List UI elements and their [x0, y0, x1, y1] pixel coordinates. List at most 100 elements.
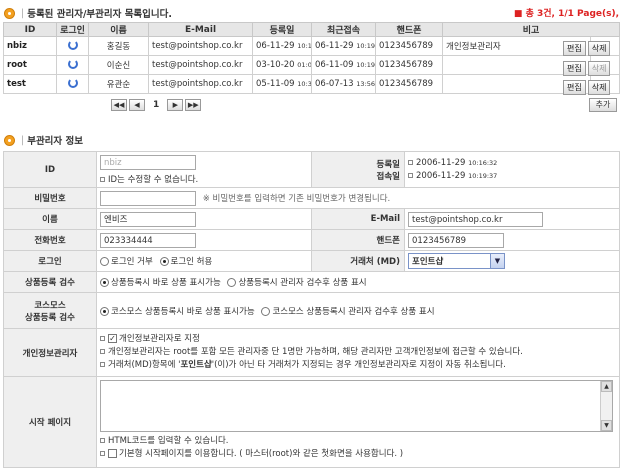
row-reg-date: 06-11-29 10:16 [252, 36, 312, 56]
refresh-icon [67, 58, 78, 69]
row-name: 홍길동 [88, 36, 149, 56]
refresh-icon [67, 39, 78, 50]
name-label: 이름 [3, 208, 97, 230]
list-section-title: | 등록된 관리자/부관리자 목록입니다. [4, 6, 172, 20]
login-status-icon [56, 55, 89, 75]
table-row: nbiz 홍길동 test@pointshop.co.kr 06-11-29 1… [3, 36, 620, 56]
login-options: 로그인 거부 로그인 허용 [96, 250, 312, 272]
note-marker-icon [100, 362, 105, 367]
delete-button[interactable]: 삭제 [587, 80, 611, 95]
phone-field[interactable]: 023334444 [100, 232, 196, 248]
edit-button[interactable]: 편집 [563, 41, 586, 56]
privacy-label: 개인정보관리자 [3, 328, 97, 377]
next-page-button[interactable]: ▶ [167, 99, 184, 111]
form-row-privacy: 개인정보관리자 ✓ 개인정보관리자로 지정 개인정보관리자는 root를 포함 모… [3, 328, 620, 377]
form-row-id: ID nbiz ID는 수정할 수 없습니다. 등록일 접속일 2006-11-… [3, 151, 620, 188]
login-row-label: 로그인 [3, 250, 97, 272]
col-header-name: 이름 [88, 22, 149, 37]
row-id[interactable]: test [3, 74, 57, 94]
phone-label: 전화번호 [3, 229, 97, 251]
add-button[interactable]: 추가 [589, 98, 617, 112]
admin-table: ID 로그인 이름 E-Mail 등록일 최근접속 핸드폰 비고 nbiz 홍길… [3, 22, 620, 94]
row-id[interactable]: nbiz [3, 36, 57, 56]
prev-page-button[interactable]: ◀ [129, 99, 145, 111]
start-page-textarea[interactable]: ▲ ▼ [100, 380, 613, 432]
privacy-note-1: 개인정보관리자는 root를 포함 모든 관리자중 단 1명만 가능하며, 해당… [108, 347, 523, 357]
form-row-name: 이름 엔비즈 E-Mail test@pointshop.co.kr [3, 208, 620, 230]
reg-date: 2006-11-29 [416, 157, 466, 168]
privacy-cell: ✓ 개인정보관리자로 지정 개인정보관리자는 root를 포함 모든 관리자중 단… [96, 328, 620, 377]
first-page-button[interactable]: ◀◀ [111, 99, 127, 111]
col-header-email: E-Mail [148, 22, 253, 37]
cosmos-approval-radio[interactable] [261, 306, 271, 316]
cosmos-direct-radio[interactable] [100, 306, 109, 316]
id-label: ID [3, 151, 97, 188]
refresh-icon [67, 77, 78, 88]
row-last-login: 06-11-29 10:19 [311, 36, 376, 56]
bullet-icon [4, 134, 15, 146]
vendor-select[interactable]: 포인트샵 ▼ [408, 253, 505, 269]
edit-button[interactable]: 편집 [563, 80, 586, 95]
review-label: 상품등록 검수 [3, 271, 97, 293]
login-status-icon [56, 74, 89, 94]
note-marker-icon [100, 176, 105, 182]
start-page-label: 시작 페이지 [3, 376, 97, 468]
row-email: test@pointshop.co.kr [148, 55, 253, 75]
note-marker-icon [100, 451, 105, 456]
note-marker-icon [100, 438, 105, 443]
email-label: E-Mail [311, 208, 405, 230]
dates-label: 등록일 접속일 [311, 151, 405, 188]
row-actions-0: 편집 삭제 [563, 41, 611, 56]
row-actions-1: 편집 삭제 [563, 61, 611, 76]
mobile-label: 핸드폰 [311, 229, 405, 251]
pagination: ◀◀ ◀ 1 ▶ ▶▶ [111, 99, 202, 111]
row-id[interactable]: root [3, 55, 57, 75]
row-email: test@pointshop.co.kr [148, 74, 253, 94]
dates-cell: 2006-11-29 10:16:32 2006-11-29 10:19:37 [404, 151, 620, 188]
admin-form: ID nbiz ID는 수정할 수 없습니다. 등록일 접속일 2006-11-… [3, 151, 620, 468]
login-date: 2006-11-29 [416, 170, 466, 181]
delete-button[interactable]: 삭제 [587, 41, 611, 56]
review-approval-radio[interactable] [227, 278, 237, 287]
vendor-label: 거래처 (MD) [311, 250, 405, 272]
form-row-cosmos: 코스모스 상품등록 검수 코스모스 상품등록시 바로 상품 표시가능 코스모스 … [3, 292, 620, 329]
form-row-login: 로그인 로그인 거부 로그인 허용 거래처 (MD) 포인트샵 ▼ [3, 250, 620, 272]
col-header-id: ID [3, 22, 57, 37]
col-header-login: 로그인 [56, 22, 89, 37]
scrollbar[interactable]: ▲ ▼ [600, 381, 612, 431]
login-time: 10:19:37 [468, 171, 498, 180]
delete-button[interactable]: 삭제 [587, 61, 611, 76]
row-name: 유관순 [88, 74, 149, 94]
row-name: 이순신 [88, 55, 149, 75]
password-field[interactable] [100, 190, 196, 206]
table-row: test 유관순 test@pointshop.co.kr 05-11-09 1… [3, 74, 620, 94]
name-field[interactable]: 엔비즈 [100, 211, 196, 227]
edit-button[interactable]: 편집 [563, 61, 586, 76]
current-page[interactable]: 1 [153, 100, 159, 110]
col-header-phone: 핸드폰 [375, 22, 443, 37]
mobile-field[interactable]: 0123456789 [408, 232, 504, 248]
note-marker-icon [408, 159, 413, 165]
col-header-reg-date: 등록일 [252, 22, 312, 37]
default-page-checkbox[interactable] [108, 449, 117, 458]
bullet-icon [4, 7, 15, 19]
default-page-label: 기본형 시작페이지를 이용합니다. ( 마스터(root)와 같은 첫화면을 사… [119, 449, 404, 459]
password-hint: ※ 비밀번호를 입력하면 기존 비밀번호가 변경됩니다. [202, 193, 391, 204]
scroll-up-icon[interactable]: ▲ [601, 381, 612, 392]
row-phone: 0123456789 [375, 74, 443, 94]
review-direct-radio[interactable] [100, 278, 109, 287]
login-allow-radio[interactable] [159, 257, 169, 266]
email-field[interactable]: test@pointshop.co.kr [408, 211, 543, 227]
form-row-phone: 전화번호 023334444 핸드폰 0123456789 [3, 229, 620, 251]
id-cell: nbiz ID는 수정할 수 없습니다. [96, 151, 312, 188]
row-actions-2: 편집 삭제 [563, 80, 611, 95]
row-email: test@pointshop.co.kr [148, 36, 253, 56]
html-note: HTML코드를 입력할 수 있습니다. [108, 436, 229, 446]
last-page-button[interactable]: ▶▶ [185, 99, 202, 111]
login-status-icon [56, 36, 89, 56]
col-header-note: 비고 [442, 22, 620, 37]
scroll-down-icon[interactable]: ▼ [601, 420, 612, 431]
login-deny-radio[interactable] [100, 257, 109, 266]
privacy-checkbox[interactable]: ✓ [108, 334, 117, 343]
form-row-password: 비밀번호 ※ 비밀번호를 입력하면 기존 비밀번호가 변경됩니다. [3, 187, 620, 209]
